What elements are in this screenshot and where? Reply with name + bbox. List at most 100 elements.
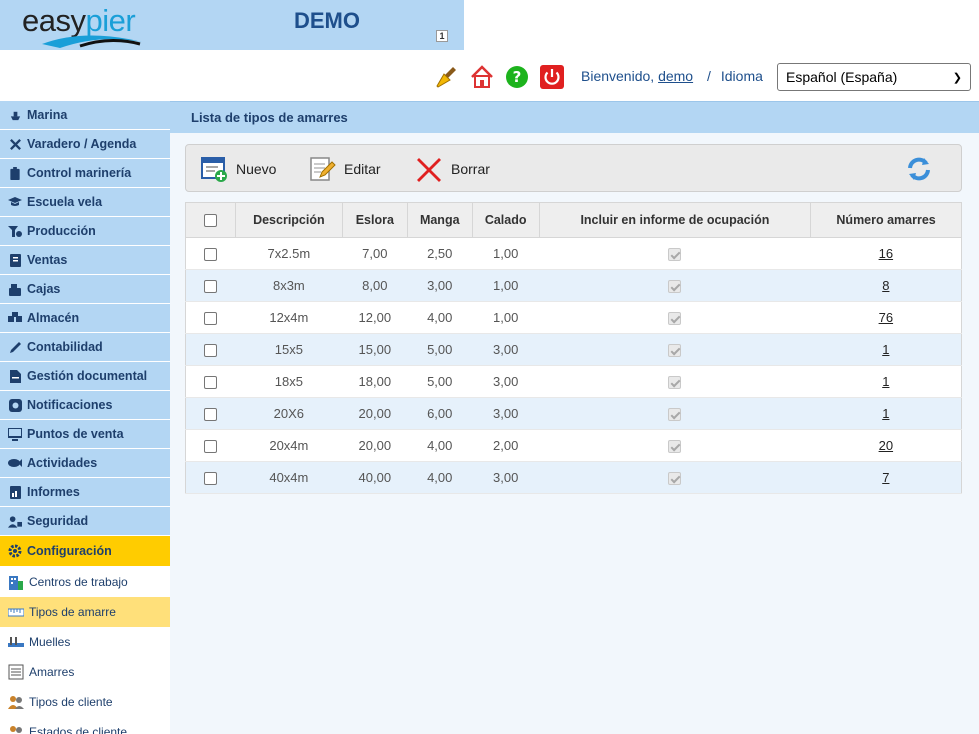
table-row[interactable]: 7x2.5m 7,00 2,50 1,00 16 [185, 237, 962, 270]
delete-button[interactable]: Borrar [415, 154, 490, 184]
gear-icon [8, 544, 22, 558]
row-select-checkbox[interactable] [204, 280, 218, 294]
column-header-calado[interactable]: Calado [471, 202, 540, 238]
sidebar-item-informes[interactable]: Informes [0, 478, 170, 507]
cell-manga: 4,00 [407, 429, 473, 462]
sidebar-item-marina[interactable]: Marina [0, 101, 170, 130]
cell-eslora: 18,00 [342, 365, 408, 398]
cell-manga: 5,00 [407, 365, 473, 398]
notification-badge[interactable]: 1 [436, 30, 448, 42]
cash-register-icon [8, 282, 22, 296]
refresh-icon[interactable] [904, 155, 934, 183]
sidebar-subitem-tipos-amarre[interactable]: Tipos de amarre [0, 597, 170, 627]
cell-descripcion: 40x4m [235, 461, 343, 494]
numero-amarres-link[interactable]: 7 [882, 470, 889, 485]
document-icon [8, 369, 22, 383]
sidebar-subitem-muelles[interactable]: Muelles [0, 627, 170, 657]
sidebar-item-contabilidad[interactable]: Contabilidad [0, 333, 170, 362]
sidebar-item-cajas[interactable]: Cajas [0, 275, 170, 304]
column-header-descripcion[interactable]: Descripción [234, 202, 343, 238]
column-header-eslora[interactable]: Eslora [341, 202, 408, 238]
row-select-checkbox[interactable] [204, 312, 218, 326]
cell-calado: 1,00 [472, 237, 540, 270]
sidebar-subitem-centros-trabajo[interactable]: Centros de trabajo [0, 567, 170, 597]
cell-descripcion: 20x4m [235, 429, 343, 462]
row-select-checkbox[interactable] [204, 472, 218, 486]
cell-manga: 4,00 [407, 461, 473, 494]
username-link[interactable]: demo [658, 68, 693, 84]
row-select-checkbox[interactable] [204, 376, 218, 390]
new-button[interactable]: Nuevo [200, 154, 276, 184]
header-banner: easypier DEMO 1 [0, 0, 464, 50]
numero-amarres-link[interactable]: 1 [882, 406, 889, 421]
easypier-logo[interactable]: easypier [22, 2, 152, 48]
cell-calado: 3,00 [472, 397, 540, 430]
toolbar: Nuevo Editar Borrar [185, 144, 962, 192]
sidebar-item-actividades[interactable]: Actividades [0, 449, 170, 478]
cell-calado: 3,00 [472, 461, 540, 494]
logo-swoosh-icon [42, 35, 142, 48]
sidebar-item-gestion-documental[interactable]: Gestión documental [0, 362, 170, 391]
sidebar-subitem-amarres[interactable]: Amarres [0, 657, 170, 687]
cell-descripcion: 20X6 [235, 397, 343, 430]
numero-amarres-link[interactable]: 16 [879, 246, 893, 261]
select-all-header [185, 202, 236, 238]
sidebar-subitem-estados-cliente[interactable]: Estados de cliente [0, 717, 170, 734]
row-select-checkbox[interactable] [204, 344, 218, 358]
numero-amarres-link[interactable]: 1 [882, 374, 889, 389]
cell-descripcion: 7x2.5m [235, 237, 343, 270]
sidebar-item-notificaciones[interactable]: Notificaciones [0, 391, 170, 420]
home-icon[interactable] [469, 64, 495, 90]
row-select-checkbox[interactable] [204, 248, 218, 262]
column-header-incluir-informe[interactable]: Incluir en informe de ocupación [538, 202, 812, 238]
row-select-checkbox[interactable] [204, 408, 218, 422]
sidebar-subitem-tipos-cliente[interactable]: Tipos de cliente [0, 687, 170, 717]
row-select-checkbox[interactable] [204, 440, 218, 454]
delete-x-icon [415, 155, 443, 183]
select-all-checkbox[interactable] [203, 214, 217, 228]
sidebar-item-seguridad[interactable]: Seguridad [0, 507, 170, 536]
svg-text:?: ? [513, 68, 522, 86]
table-row[interactable]: 18x5 18,00 5,00 3,00 1 [185, 365, 962, 398]
language-select-value: Español (España) [786, 69, 898, 85]
language-select[interactable]: Español (España) ❯ [777, 63, 971, 91]
incluir-informe-checkbox [668, 312, 682, 326]
power-icon[interactable] [539, 64, 565, 90]
incluir-informe-checkbox [668, 248, 682, 262]
new-document-icon [200, 155, 228, 183]
sidebar-item-varadero[interactable]: Varadero / Agenda [0, 130, 170, 159]
sidebar-item-almacen[interactable]: Almacén [0, 304, 170, 333]
tools-icon [8, 137, 22, 151]
numero-amarres-link[interactable]: 20 [879, 438, 893, 453]
cell-calado: 1,00 [472, 301, 540, 334]
sidebar-item-produccion[interactable]: Producción [0, 217, 170, 246]
edit-button[interactable]: Editar [308, 154, 381, 184]
cell-manga: 4,00 [407, 301, 473, 334]
table-row[interactable]: 12x4m 12,00 4,00 1,00 76 [185, 301, 962, 334]
sidebar-item-escuela-vela[interactable]: Escuela vela [0, 188, 170, 217]
table-row[interactable]: 20x4m 20,00 4,00 2,00 20 [185, 429, 962, 462]
chevron-down-icon: ❯ [952, 71, 962, 84]
table-row[interactable]: 40x4m 40,00 4,00 3,00 7 [185, 461, 962, 494]
column-header-manga[interactable]: Manga [406, 202, 473, 238]
sidebar-item-ventas[interactable]: Ventas [0, 246, 170, 275]
cell-eslora: 20,00 [342, 397, 408, 430]
sidebar-item-puntos-venta[interactable]: Puntos de venta [0, 420, 170, 449]
numero-amarres-link[interactable]: 1 [882, 342, 889, 357]
incluir-informe-checkbox [668, 376, 682, 390]
broom-icon[interactable] [434, 64, 460, 90]
fish-icon [8, 456, 22, 470]
column-header-numero-amarres[interactable]: Número amarres [810, 202, 962, 238]
separator: / [706, 68, 711, 84]
table-row[interactable]: 8x3m 8,00 3,00 1,00 8 [185, 269, 962, 302]
graduation-cap-icon [8, 195, 22, 209]
cell-eslora: 8,00 [342, 269, 408, 302]
table-row[interactable]: 15x5 15,00 5,00 3,00 1 [185, 333, 962, 366]
sidebar-item-configuracion[interactable]: Configuración [0, 536, 170, 567]
numero-amarres-link[interactable]: 8 [882, 278, 889, 293]
table-row[interactable]: 20X6 20,00 6,00 3,00 1 [185, 397, 962, 430]
help-icon[interactable]: ? [504, 64, 530, 90]
numero-amarres-link[interactable]: 76 [879, 310, 893, 325]
sidebar-item-control-marineria[interactable]: Control marinería [0, 159, 170, 188]
cell-descripcion: 8x3m [235, 269, 343, 302]
